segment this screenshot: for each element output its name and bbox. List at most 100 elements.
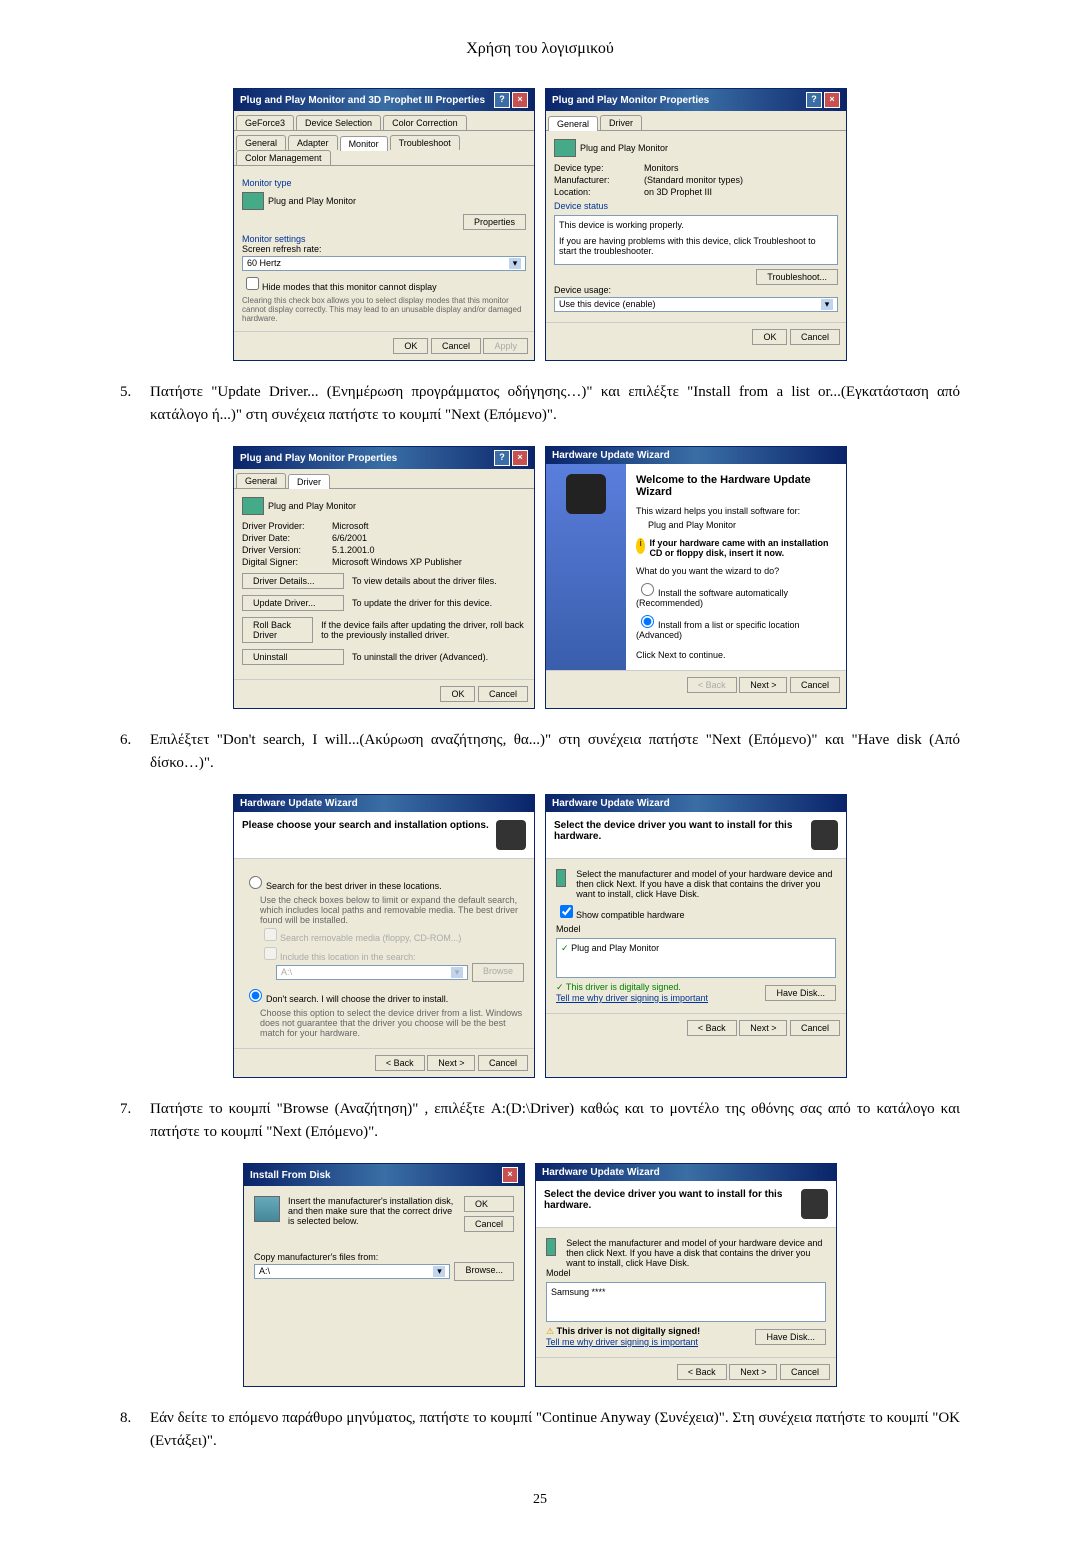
hide-modes-checkbox[interactable] bbox=[246, 277, 259, 290]
tab-monitor[interactable]: Monitor bbox=[340, 136, 388, 151]
cancel-button[interactable]: Cancel bbox=[790, 677, 840, 693]
device-type: Monitors bbox=[644, 163, 679, 173]
model-listbox[interactable]: ✓ Plug and Play Monitor bbox=[556, 938, 836, 978]
ok-button[interactable]: OK bbox=[393, 338, 428, 354]
monitor-icon bbox=[242, 192, 264, 210]
cancel-button[interactable]: Cancel bbox=[478, 686, 528, 702]
properties-button[interactable]: Properties bbox=[463, 214, 526, 230]
cancel-button[interactable]: Cancel bbox=[464, 1216, 514, 1232]
hide-modes-label: Hide modes that this monitor cannot disp… bbox=[262, 282, 437, 292]
tab-driver[interactable]: Driver bbox=[600, 115, 642, 130]
instr-text: Select the manufacturer and model of you… bbox=[576, 869, 836, 899]
cancel-button[interactable]: Cancel bbox=[780, 1364, 830, 1380]
check-icon: ✓ bbox=[561, 943, 569, 953]
monitor-icon bbox=[242, 497, 264, 515]
instr-text: Insert the manufacturer's installation d… bbox=[288, 1196, 456, 1226]
welcome-heading: Welcome to the Hardware Update Wizard bbox=[636, 474, 836, 498]
have-disk-button[interactable]: Have Disk... bbox=[755, 1329, 826, 1345]
provider: Microsoft bbox=[332, 521, 369, 531]
tab-adapter[interactable]: Adapter bbox=[288, 135, 338, 150]
radio-list[interactable] bbox=[641, 615, 654, 628]
next-button[interactable]: Next > bbox=[739, 677, 787, 693]
cancel-button[interactable]: Cancel bbox=[790, 329, 840, 345]
cancel-button[interactable]: Cancel bbox=[431, 338, 481, 354]
uninstall-desc: To uninstall the driver (Advanced). bbox=[352, 652, 488, 662]
radio-dont-search[interactable] bbox=[249, 989, 262, 1002]
radio-auto[interactable] bbox=[641, 583, 654, 596]
cancel-button[interactable]: Cancel bbox=[790, 1020, 840, 1036]
step-number: 7. bbox=[120, 1098, 150, 1143]
tab-device-selection[interactable]: Device Selection bbox=[296, 115, 381, 130]
tab-geforce3[interactable]: GeForce3 bbox=[236, 115, 294, 130]
next-button[interactable]: Next > bbox=[739, 1020, 787, 1036]
rollback-driver-button[interactable]: Roll Back Driver bbox=[242, 617, 313, 643]
rollback-desc: If the device fails after updating the d… bbox=[321, 620, 526, 640]
cancel-button[interactable]: Cancel bbox=[478, 1055, 528, 1071]
ok-button[interactable]: OK bbox=[752, 329, 787, 345]
refresh-rate-label: Screen refresh rate: bbox=[242, 244, 526, 254]
path-dropdown[interactable]: A:\▾ bbox=[254, 1264, 450, 1279]
tab-driver[interactable]: Driver bbox=[288, 474, 330, 489]
title-text: Plug and Play Monitor Properties bbox=[240, 453, 397, 464]
tab-general[interactable]: General bbox=[236, 135, 286, 150]
have-disk-button[interactable]: Have Disk... bbox=[765, 985, 836, 1001]
show-compat-checkbox[interactable] bbox=[560, 905, 573, 918]
radio-search[interactable] bbox=[249, 876, 262, 889]
update-driver-button[interactable]: Update Driver... bbox=[242, 595, 344, 611]
gear-icon bbox=[566, 474, 606, 514]
signed-text: ✓ This driver is digitally signed. bbox=[556, 982, 708, 993]
next-button[interactable]: Next > bbox=[729, 1364, 777, 1380]
titlebar: Plug and Play Monitor Properties ? × bbox=[546, 89, 846, 111]
close-icon[interactable]: × bbox=[512, 450, 528, 466]
path-value: A:\ bbox=[281, 967, 292, 978]
driver-details-button[interactable]: Driver Details... bbox=[242, 573, 344, 589]
tab-general[interactable]: General bbox=[548, 116, 598, 131]
title-text: Plug and Play Monitor and 3D Prophet III… bbox=[240, 95, 485, 106]
troubleshoot-button[interactable]: Troubleshoot... bbox=[756, 269, 838, 285]
refresh-rate-dropdown[interactable]: 60 Hertz ▾ bbox=[242, 256, 526, 271]
tell-why-link[interactable]: Tell me why driver signing is important bbox=[556, 993, 708, 1003]
close-icon[interactable]: × bbox=[502, 1167, 518, 1183]
back-button[interactable]: < Back bbox=[677, 1364, 727, 1380]
help-icon[interactable]: ? bbox=[806, 92, 822, 108]
tell-why-link[interactable]: Tell me why driver signing is important bbox=[546, 1337, 700, 1347]
tabs-row2: General Adapter Monitor Troubleshoot Col… bbox=[234, 131, 534, 166]
title-text: Hardware Update Wizard bbox=[240, 798, 358, 809]
step-number: 5. bbox=[120, 381, 150, 426]
back-button[interactable]: < Back bbox=[687, 1020, 737, 1036]
step-number: 8. bbox=[120, 1407, 150, 1452]
device-usage-dropdown[interactable]: Use this device (enable) ▾ bbox=[554, 297, 838, 312]
monitor-icon bbox=[546, 1238, 556, 1256]
close-icon[interactable]: × bbox=[824, 92, 840, 108]
chk-removable-label: Search removable media (floppy, CD-ROM..… bbox=[280, 933, 461, 943]
title-text: Install From Disk bbox=[250, 1170, 331, 1181]
tab-color-correction[interactable]: Color Correction bbox=[383, 115, 467, 130]
monitor-properties-window: Plug and Play Monitor and 3D Prophet III… bbox=[233, 88, 535, 361]
manufacturer-label: Manufacturer: bbox=[554, 175, 644, 185]
version-label: Driver Version: bbox=[242, 545, 332, 555]
help-icon[interactable]: ? bbox=[494, 450, 510, 466]
wizard-header-text: Select the device driver you want to ins… bbox=[544, 1189, 801, 1219]
opt-search-label: Search for the best driver in these loca… bbox=[266, 881, 442, 891]
device-status-text: This device is working properly. If you … bbox=[554, 215, 838, 265]
next-button[interactable]: Next > bbox=[427, 1055, 475, 1071]
warning-icon: ⚠ bbox=[546, 1326, 554, 1336]
model-listbox[interactable]: Samsung **** bbox=[546, 1282, 826, 1322]
tab-general[interactable]: General bbox=[236, 473, 286, 488]
browse-button[interactable]: Browse... bbox=[454, 1262, 514, 1281]
device-status-label: Device status bbox=[554, 201, 838, 211]
screenshot-row-4: Install From Disk × Insert the manufactur… bbox=[60, 1163, 1020, 1387]
copy-from-label: Copy manufacturer's files from: bbox=[254, 1252, 514, 1262]
help-icon[interactable]: ? bbox=[494, 92, 510, 108]
tab-troubleshoot[interactable]: Troubleshoot bbox=[390, 135, 460, 150]
uninstall-button[interactable]: Uninstall bbox=[242, 649, 344, 665]
wizard-header-text: Select the device driver you want to ins… bbox=[554, 820, 811, 850]
tab-color-mgmt[interactable]: Color Management bbox=[236, 150, 331, 165]
back-button[interactable]: < Back bbox=[375, 1055, 425, 1071]
device-usage-label: Device usage: bbox=[554, 285, 838, 295]
monitor-type-label: Monitor type bbox=[242, 178, 526, 188]
monitor-name: Plug and Play Monitor bbox=[268, 196, 356, 206]
ok-button[interactable]: OK bbox=[464, 1196, 514, 1212]
close-icon[interactable]: × bbox=[512, 92, 528, 108]
ok-button[interactable]: OK bbox=[440, 686, 475, 702]
